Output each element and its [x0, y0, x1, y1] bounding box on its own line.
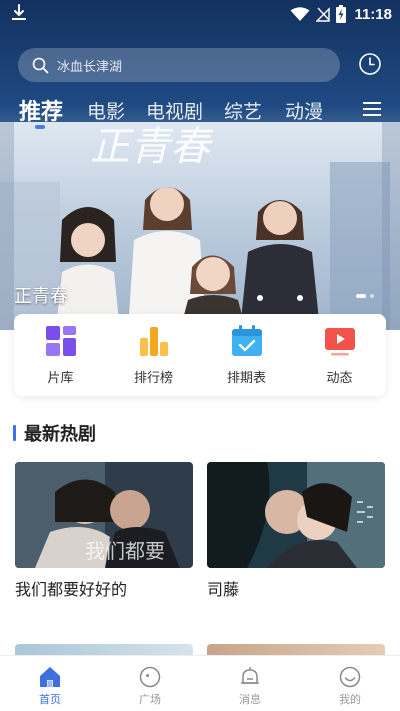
square-icon	[139, 666, 161, 688]
bell-icon	[241, 667, 259, 684]
quick-entry-label: 动态	[326, 371, 353, 386]
quick-entry-library[interactable]: 片库	[14, 324, 107, 388]
drama-poster	[207, 462, 385, 568]
tab-recommend[interactable]: 推荐	[19, 94, 63, 126]
poster-artwork: 我们都要	[15, 462, 193, 568]
banner-logo-text: 正青春	[90, 124, 214, 170]
next-slide-peek	[382, 122, 400, 330]
tab-variety[interactable]: 综艺	[224, 97, 262, 124]
section-header: 最新热剧	[13, 421, 96, 445]
nav-square[interactable]: 广场	[100, 666, 200, 707]
drama-card[interactable]: 我们都要 我们都要好好的	[15, 462, 193, 600]
search-placeholder: 冰血长津湖	[57, 59, 123, 75]
section-accent-bar	[13, 425, 16, 441]
carousel-dot	[370, 294, 374, 298]
ranking-bars-icon	[139, 327, 168, 356]
no-signal-icon	[316, 7, 331, 22]
active-tab-indicator	[35, 125, 45, 129]
tab-anime[interactable]: 动漫	[285, 97, 323, 124]
quick-entry-label: 排期表	[226, 371, 266, 386]
menu-icon[interactable]	[362, 100, 382, 118]
library-grid-icon	[45, 326, 76, 356]
quick-entry-ranking[interactable]: 排行榜	[107, 324, 200, 388]
drama-title: 我们都要好好的	[15, 580, 128, 599]
quick-entry-card: 片库 排行榜 排期表 动态	[14, 314, 386, 396]
calendar-check-icon	[231, 325, 262, 356]
category-tabs: 推荐 电影 电视剧 综艺 动漫	[0, 94, 400, 129]
download-icon	[12, 4, 26, 20]
bottom-navigation: 首页 广场 消息 我的	[0, 655, 400, 711]
quick-entry-label: 排行榜	[133, 371, 173, 386]
quick-entry-label: 片库	[47, 371, 74, 386]
clock-time: 11:18	[354, 5, 392, 23]
search-row: 冰血长津湖	[0, 48, 400, 84]
wifi-icon	[290, 7, 310, 21]
poster-text: 我们都要	[85, 539, 165, 563]
search-input[interactable]: 冰血长津湖	[18, 48, 340, 82]
nav-label: 消息	[239, 693, 261, 706]
drama-card[interactable]: 司藤	[207, 462, 385, 600]
drama-poster: 我们都要	[15, 462, 193, 568]
video-play-icon	[324, 328, 355, 356]
home-icon	[40, 667, 60, 687]
banner-title: 正青春	[14, 286, 68, 307]
tab-tv-series[interactable]: 电视剧	[146, 97, 203, 124]
search-icon	[32, 57, 49, 73]
profile-smile-icon	[339, 666, 361, 688]
quick-entry-schedule[interactable]: 排期表	[200, 324, 293, 388]
carousel-dot-active	[356, 294, 366, 298]
nav-label: 广场	[139, 693, 161, 706]
quick-entry-feed[interactable]: 动态	[293, 324, 386, 388]
drama-title: 司藤	[207, 580, 240, 599]
history-clock-icon[interactable]	[358, 52, 382, 76]
nav-label: 我的	[339, 693, 361, 706]
section-title: 最新热剧	[24, 424, 96, 445]
status-bar: 11:18	[0, 0, 400, 28]
nav-label: 首页	[39, 693, 61, 706]
nav-profile[interactable]: 我的	[300, 666, 400, 707]
poster-artwork	[207, 462, 385, 568]
prev-slide-peek	[0, 122, 14, 330]
hero-banner[interactable]: 正青春 正青春	[0, 122, 400, 330]
battery-charging-icon	[336, 5, 347, 23]
tab-movies[interactable]: 电影	[87, 97, 125, 124]
nav-messages[interactable]: 消息	[200, 666, 300, 707]
nav-home[interactable]: 首页	[0, 666, 100, 707]
carousel-indicator	[356, 294, 374, 298]
